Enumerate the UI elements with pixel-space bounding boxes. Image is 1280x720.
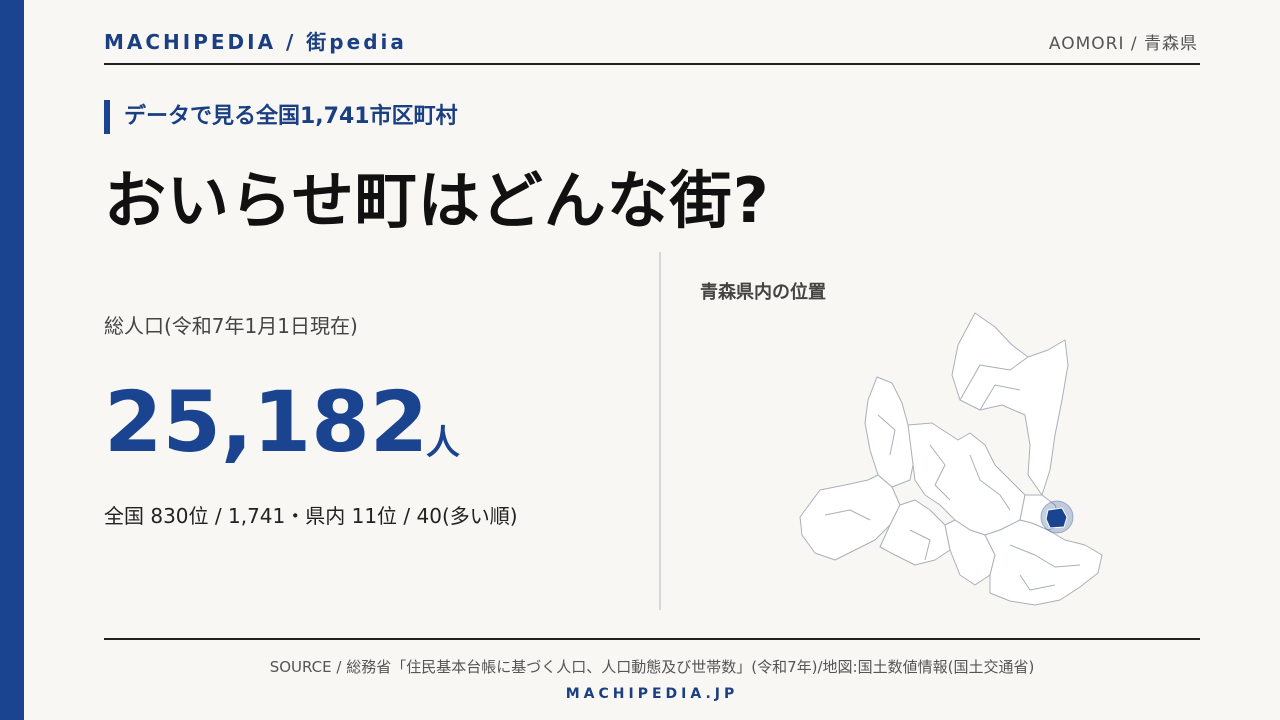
header-divider (104, 63, 1200, 65)
population-value: 25,182 (104, 373, 429, 471)
aomori-prefecture-map (799, 312, 1103, 606)
population-label: 総人口(令和7年1月1日現在) (104, 314, 358, 338)
footer-divider (104, 638, 1200, 640)
section-kicker: データで見る全国1,741市区町村 (104, 100, 458, 134)
map-highlight-oirase (1045, 507, 1068, 529)
source-citation: SOURCE / 総務省「住民基本台帳に基づく人口、人口動態及び世帯数」(令和7… (269, 658, 1035, 676)
population-rank: 全国 830位 / 1,741・県内 11位 / 40(多い順) (104, 504, 518, 528)
region-label: AOMORI / 青森県 (1048, 34, 1198, 54)
page-title: おいらせ町はどんな街? (104, 164, 770, 237)
brand-logo-text[interactable]: MACHIPEDIA / 街pedia (104, 26, 407, 55)
side-accent-bar (0, 0, 24, 720)
map-region (984, 519, 1103, 606)
site-url-link[interactable]: MACHIPEDIA.JP (104, 686, 1200, 702)
map-region (864, 376, 916, 488)
column-divider (659, 252, 661, 610)
population-unit: 人 (426, 423, 460, 463)
map-title: 青森県内の位置 (700, 282, 826, 303)
